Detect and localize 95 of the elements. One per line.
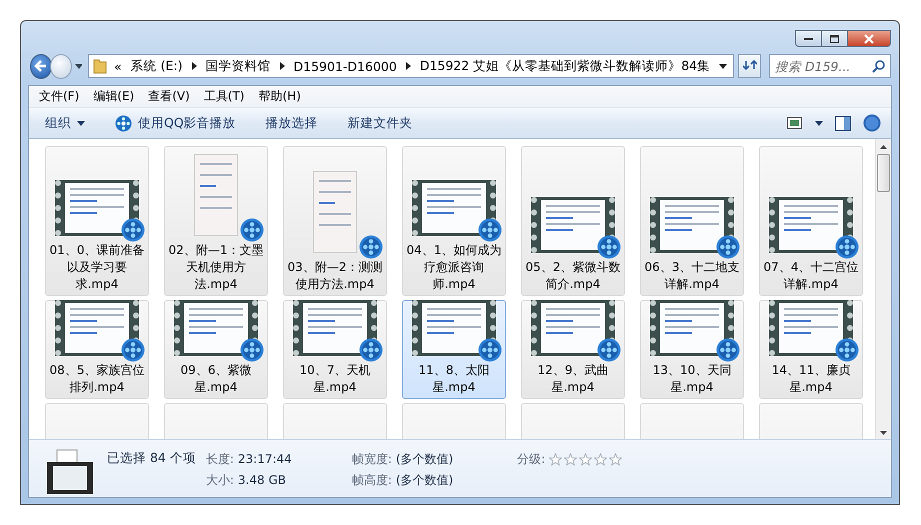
file-name: 13、10、天同星.mp4 — [652, 362, 732, 396]
view-options-icon[interactable] — [787, 116, 803, 130]
back-button[interactable] — [30, 54, 52, 78]
back-arrow-icon — [34, 59, 48, 73]
menu-item[interactable]: 查看(V) — [141, 88, 197, 105]
preview-pane-icon[interactable] — [835, 116, 851, 130]
file-tile[interactable]: 03、附—2：测测使用方法.mp4 — [283, 146, 387, 296]
player-badge-icon — [121, 338, 145, 362]
player-badge-icon — [597, 235, 621, 259]
scrollbar[interactable] — [875, 139, 891, 439]
menu-item[interactable]: 编辑(E) — [86, 88, 142, 105]
close-button[interactable] — [847, 30, 891, 47]
property-label: 大小: — [206, 472, 234, 489]
file-name: 03、附—2：测测使用方法.mp4 — [286, 259, 384, 293]
property-value: (多个数值) — [396, 451, 454, 468]
file-name: 08、5、家族宫位排列.mp4 — [48, 362, 146, 396]
toolbar-button[interactable]: 使用QQ影音播放 — [107, 110, 244, 136]
breadcrumb-item[interactable]: 国学资料馆 — [206, 58, 271, 74]
property-value: 23:17:44 — [238, 452, 292, 466]
property-value: 3.48 GB — [238, 473, 287, 487]
file-tile[interactable]: 08、5、家族宫位排列.mp4 — [45, 300, 149, 399]
folder-icon — [93, 58, 108, 74]
file-tile[interactable]: 09、6、紫微星.mp4 — [164, 300, 268, 399]
property-label: 长度: — [206, 451, 234, 468]
player-badge-icon — [359, 338, 383, 362]
file-tile[interactable]: 04、1、如何成为疗愈派咨询师.mp4 — [402, 146, 506, 296]
dropdown-caret-icon[interactable] — [815, 120, 823, 126]
file-tile[interactable]: 07、4、十二宫位详解.mp4 — [759, 146, 863, 296]
scroll-down-icon[interactable] — [880, 431, 887, 435]
breadcrumb-overflow[interactable]: « — [114, 58, 122, 74]
file-tile[interactable]: 10、7、天机星.mp4 — [283, 300, 387, 399]
toolbar-button[interactable]: 播放选择 — [258, 110, 326, 136]
player-badge-icon — [716, 235, 740, 259]
player-badge-icon — [121, 218, 145, 242]
file-name: 09、6、紫微星.mp4 — [180, 362, 252, 396]
player-badge-icon — [597, 338, 621, 362]
breadcrumb-item[interactable]: D15922 艾姐《从零基础到紫微斗数解读师》84集 — [420, 58, 710, 74]
breadcrumb-arrow-icon[interactable] — [192, 62, 197, 70]
file-name: 12、9、武曲星.mp4 — [536, 362, 610, 396]
player-badge-icon — [240, 338, 264, 362]
player-badge-icon — [716, 338, 740, 362]
rating-stars[interactable] — [549, 453, 622, 466]
refresh-button[interactable] — [738, 54, 762, 78]
file-name: 06、3、十二地支详解.mp4 — [644, 259, 740, 293]
file-name: 05、2、紫微斗数简介.mp4 — [524, 259, 622, 293]
refresh-icon — [742, 58, 757, 70]
player-badge-icon — [240, 218, 264, 242]
player-badge-icon — [835, 338, 859, 362]
selection-summary: 已选择 84 个项 — [107, 450, 196, 467]
menu-item[interactable]: 工具(T) — [196, 88, 252, 105]
file-tile[interactable]: 12、9、武曲星.mp4 — [521, 300, 625, 399]
breadcrumb-item[interactable]: 系统 (E:) — [130, 58, 183, 74]
property-label: 分级: — [517, 451, 546, 468]
file-name: 07、4、十二宫位详解.mp4 — [762, 259, 860, 293]
property-label: 帧高度: — [352, 472, 392, 489]
file-tile[interactable]: 01、0、课前准备以及学习要求.mp4 — [45, 146, 149, 296]
search-icon — [872, 60, 886, 73]
close-icon — [863, 34, 875, 44]
breadcrumb-arrow-icon[interactable] — [280, 62, 285, 70]
file-name: 02、附—1：文墨天机使用方法.mp4 — [168, 242, 264, 293]
player-badge-icon — [478, 218, 502, 242]
property-label: 帧宽度: — [352, 451, 392, 468]
player-badge-icon — [359, 235, 383, 259]
file-tile[interactable]: 13、10、天同星.mp4 — [640, 300, 744, 399]
file-name: 04、1、如何成为疗愈派咨询师.mp4 — [406, 242, 502, 293]
file-tile[interactable]: 06、3、十二地支详解.mp4 — [640, 146, 744, 296]
player-icon — [115, 114, 132, 132]
scrollbar-thumb[interactable] — [877, 154, 890, 192]
file-name: 14、11、廉贞星.mp4 — [770, 362, 852, 396]
dropdown-caret-icon[interactable] — [719, 64, 728, 68]
file-tile[interactable]: 05、2、紫微斗数简介.mp4 — [521, 146, 625, 296]
file-name: 01、0、课前准备以及学习要求.mp4 — [48, 242, 146, 293]
property-value: (多个数值) — [396, 472, 454, 489]
player-badge-icon — [478, 338, 502, 362]
toolbar-button[interactable]: 新建文件夹 — [340, 110, 421, 136]
breadcrumb-item[interactable]: D15901-D16000 — [294, 58, 397, 74]
file-tile[interactable]: 02、附—1：文墨天机使用方法.mp4 — [164, 146, 268, 296]
breadcrumb-arrow-icon[interactable] — [406, 62, 411, 70]
file-name: 11、8、太阳星.mp4 — [418, 362, 490, 396]
menu-item[interactable]: 文件(F) — [32, 88, 86, 105]
caret-icon — [77, 120, 85, 126]
minimize-icon — [804, 36, 814, 40]
minimize-button[interactable] — [795, 30, 822, 47]
file-tile[interactable]: 14、11、廉贞星.mp4 — [759, 300, 863, 399]
maximize-button[interactable] — [821, 30, 848, 47]
file-tile[interactable]: 11、8、太阳星.mp4 — [402, 300, 506, 399]
toolbar-button[interactable]: 组织 — [37, 110, 93, 136]
maximize-icon — [830, 34, 840, 42]
address-bar[interactable]: « 系统 (E:) 国学资料馆 D15901-D16000 D15922 艾姐《从零基础到紫微斗数解读师》84集 — [88, 54, 734, 78]
search-field[interactable]: 搜索 D159... — [769, 54, 892, 78]
menu-item[interactable]: 帮助(H) — [252, 88, 308, 105]
player-badge-icon — [835, 235, 859, 259]
history-dropdown-icon[interactable] — [75, 64, 82, 68]
file-name: 10、7、天机星.mp4 — [298, 362, 372, 396]
scroll-up-icon[interactable] — [880, 145, 887, 149]
